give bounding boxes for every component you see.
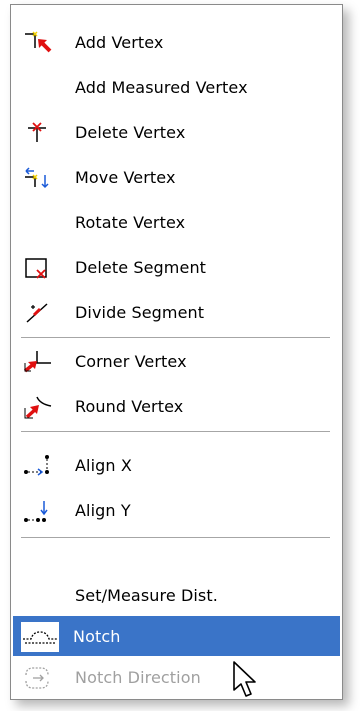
delete-vertex-icon <box>28 122 46 142</box>
corner-vertex-icon <box>23 351 51 373</box>
menu-item-align-x[interactable]: Align X <box>13 445 340 485</box>
menu-item-delete-segment[interactable]: Delete Segment <box>13 247 340 287</box>
menu-item-move-vertex[interactable]: Move Vertex <box>13 157 340 197</box>
menu-item-label: Corner Vertex <box>75 351 187 371</box>
menu-separator <box>21 431 330 433</box>
menu-item-align-y[interactable]: Align Y <box>13 490 340 530</box>
menu-item-label: Align Y <box>75 500 131 520</box>
menu-item-rotate-vertex[interactable]: Rotate Vertex <box>13 202 340 242</box>
move-vertex-icon <box>25 167 49 189</box>
menu-item-label: Add Measured Vertex <box>75 77 248 97</box>
add-vertex-icon <box>25 31 52 53</box>
notch-direction-icon <box>25 667 49 689</box>
menu-item-notch-direction: Notch Direction <box>13 657 340 697</box>
menu-item-label: Round Vertex <box>75 396 184 416</box>
menu-item-label: Divide Segment <box>75 302 205 322</box>
menu-item-notch[interactable]: Notch <box>13 616 340 656</box>
align-x-icon <box>24 455 49 476</box>
divide-segment-icon <box>26 303 48 323</box>
menu-item-add-vertex[interactable]: Add Vertex <box>13 22 340 62</box>
menu-item-label: Move Vertex <box>75 167 176 187</box>
menu-item-delete-vertex[interactable]: Delete Vertex <box>13 112 340 152</box>
menu-item-divide-segment[interactable]: Divide Segment <box>13 292 340 332</box>
menu-item-label: Align X <box>75 455 132 475</box>
delete-segment-icon <box>25 258 47 279</box>
menu-separator <box>21 337 330 339</box>
menu-item-label: Delete Segment <box>75 257 207 277</box>
menu-item-label: Rotate Vertex <box>75 212 186 232</box>
menu-item-add-measured-vertex[interactable]: Add Measured Vertex <box>13 67 340 107</box>
notch-icon <box>21 622 59 652</box>
menu-item-set-measure-dist[interactable]: Set/Measure Dist. <box>13 575 340 615</box>
menu-item-corner-vertex[interactable]: Corner Vertex <box>13 341 340 381</box>
menu-item-label: Add Vertex <box>75 32 164 52</box>
align-y-icon <box>24 501 48 522</box>
menu-item-round-vertex[interactable]: Round Vertex <box>13 386 340 426</box>
menu-separator <box>21 537 330 539</box>
mouse-cursor-icon <box>233 661 256 697</box>
menu-item-label: Notch <box>73 626 121 646</box>
context-menu: Add Vertex Add Measured Vertex Delete Ve… <box>10 4 343 700</box>
round-vertex-icon <box>24 396 52 419</box>
menu-item-label: Notch Direction <box>75 667 201 687</box>
menu-item-label: Set/Measure Dist. <box>75 585 218 605</box>
menu-item-label: Delete Vertex <box>75 122 186 142</box>
